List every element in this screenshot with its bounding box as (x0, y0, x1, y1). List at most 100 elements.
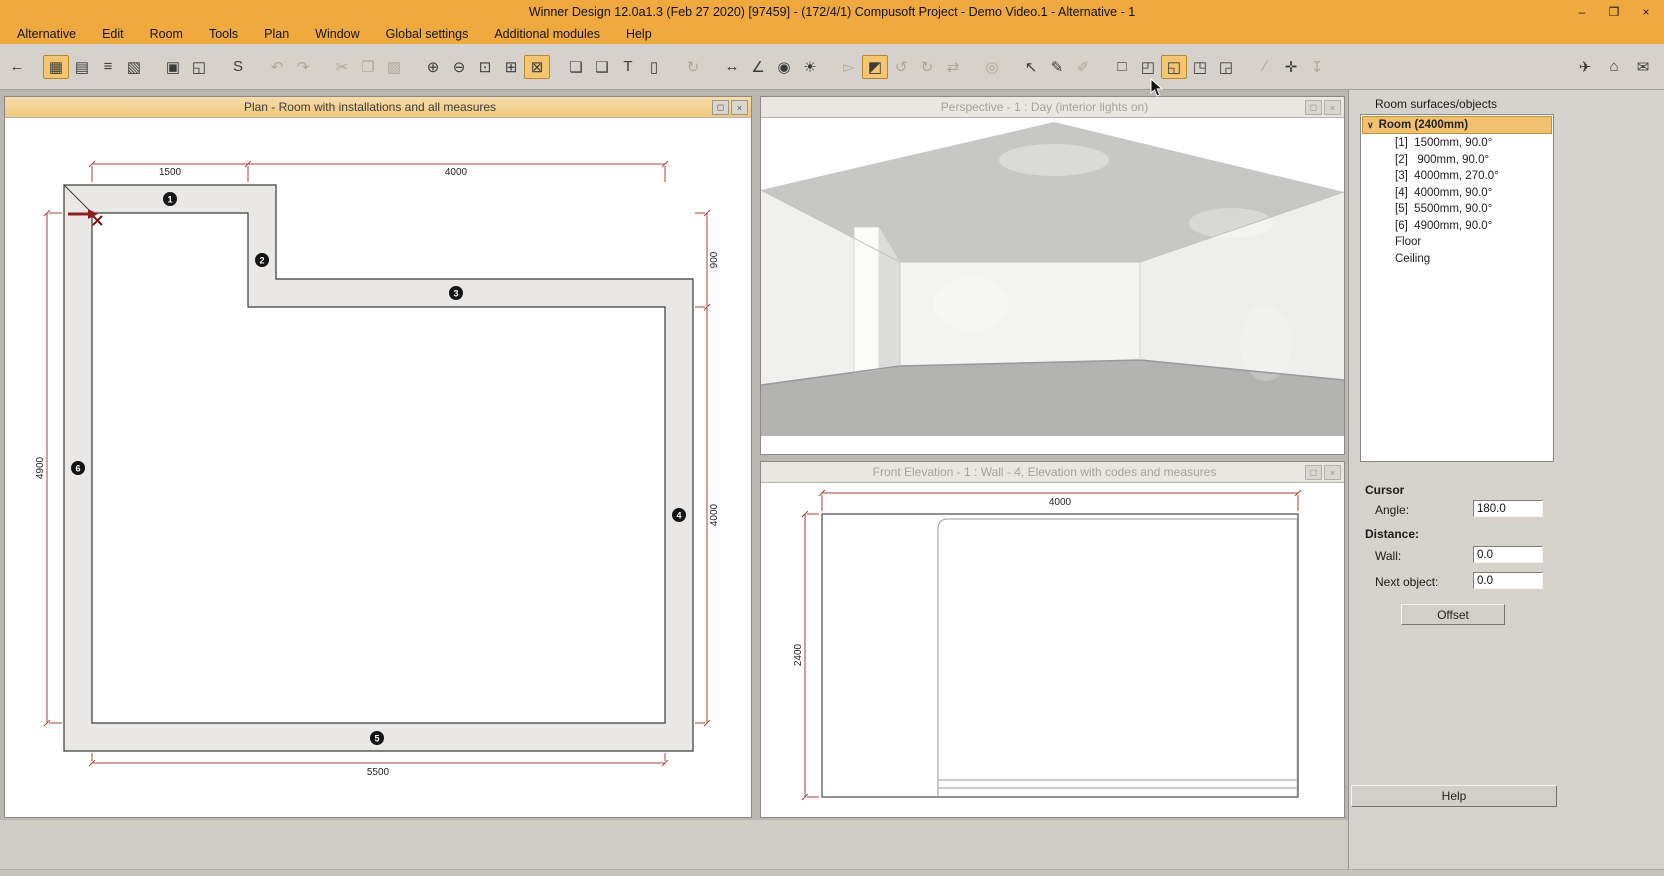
tree-item-wall-6[interactable]: [6] 4900mm, 90.0° (1361, 218, 1553, 235)
elevation-view-icon[interactable]: ▤ (69, 55, 95, 79)
back-icon[interactable]: ← (4, 55, 30, 79)
diagonal-line-icon[interactable]: ∕ (1252, 55, 1278, 79)
cabinet-3d-icon[interactable]: ◩ (862, 54, 888, 79)
perspective-window-titlebar[interactable]: Perspective - 1 : Day (interior lights o… (761, 97, 1344, 118)
menu-room[interactable]: Room (137, 24, 196, 44)
align-icon[interactable]: ⇄ (940, 55, 966, 79)
email-icon[interactable]: ✉ (1630, 55, 1656, 79)
catalog-icon[interactable]: ⌂ (1601, 55, 1627, 79)
undo-icon[interactable]: ↶ (264, 55, 290, 79)
room-measures-icon[interactable]: ◱ (1161, 54, 1187, 79)
paste-icon[interactable]: ▨ (381, 55, 407, 79)
floor-plan-canvas[interactable]: 1500 4000 5500 4900 900 4000 1 2 3 4 5 6 (5, 118, 751, 817)
menu-help[interactable]: Help (613, 24, 665, 44)
minimize-button[interactable]: – (1566, 0, 1598, 24)
zoom-out-icon[interactable]: ⊖ (446, 55, 472, 79)
tree-item-ceiling[interactable]: Ceiling (1361, 251, 1553, 268)
copy-icon[interactable]: ❐ (355, 55, 381, 79)
plan-window-title: Plan - Room with installations and all m… (243, 100, 497, 114)
menu-alternative[interactable]: Alternative (4, 24, 89, 44)
refresh-icon[interactable]: ↻ (680, 55, 706, 79)
light-icon[interactable]: ☀ (797, 55, 823, 79)
tree-item-wall-4[interactable]: [4] 4000mm, 90.0° (1361, 185, 1553, 202)
menu-plan[interactable]: Plan (251, 24, 302, 44)
redo-icon[interactable]: ↷ (290, 55, 316, 79)
wall-dim-icon[interactable]: ◳ (1187, 55, 1213, 79)
plan-window-titlebar[interactable]: Plan - Room with installations and all m… (5, 97, 751, 118)
select-object-icon[interactable]: ▻ (836, 55, 862, 79)
text-icon[interactable]: T (615, 55, 641, 79)
tree-item-wall-3[interactable]: [3] 4000mm, 270.0° (1361, 168, 1553, 185)
svg-text:1: 1 (167, 195, 172, 205)
note-icon[interactable]: ❏ (563, 55, 589, 79)
print-preview-icon[interactable]: ◱ (186, 55, 212, 79)
plan-maximize-button[interactable]: ◻ (712, 100, 729, 115)
database-icon[interactable]: ◎ (979, 55, 1005, 79)
zoom-all-icon[interactable]: ⊞ (498, 55, 524, 79)
elevation-maximize-button[interactable]: ◻ (1305, 465, 1322, 480)
rotate-right-icon[interactable]: ↻ (914, 55, 940, 79)
menu-tools[interactable]: Tools (196, 24, 251, 44)
tree-item-wall-2[interactable]: [2] 900mm, 90.0° (1361, 152, 1553, 169)
wall-distance-label: Wall: (1375, 549, 1402, 563)
angle-input[interactable] (1473, 500, 1543, 517)
camera-icon[interactable]: ◉ (771, 55, 797, 79)
protractor-icon[interactable]: ∠ (745, 55, 771, 79)
next-object-input[interactable] (1473, 572, 1543, 589)
wall-distance-input[interactable] (1473, 546, 1543, 563)
wall-note-icon[interactable]: ◲ (1213, 55, 1239, 79)
svg-text:4: 4 (676, 511, 681, 521)
maximize-button[interactable]: ❐ (1598, 0, 1630, 24)
measure-icon[interactable]: ↔ (719, 55, 745, 79)
zoom-window-icon[interactable]: ⊡ (472, 55, 498, 79)
perspective-canvas[interactable] (761, 118, 1344, 454)
import-icon[interactable]: ↧ (1304, 55, 1330, 79)
label-icon[interactable]: ▯ (641, 55, 667, 79)
tree-item-wall-5[interactable]: [5] 5500mm, 90.0° (1361, 201, 1553, 218)
price-calc-icon[interactable]: S (225, 55, 251, 79)
wall-marker-6[interactable]: 6 (71, 461, 85, 475)
menu-additional-modules[interactable]: Additional modules (481, 24, 613, 44)
plan-close-button[interactable]: × (731, 100, 748, 115)
wall-marker-1[interactable]: 1 (163, 192, 177, 206)
menu-global-settings[interactable]: Global settings (373, 24, 482, 44)
wall-marker-3[interactable]: 3 (449, 286, 463, 300)
perspective-view-icon[interactable]: ▧ (121, 55, 147, 79)
comment-icon[interactable]: ❑ (589, 55, 615, 79)
perspective-window-title: Perspective - 1 : Day (interior lights o… (940, 100, 1149, 114)
draw-wall-icon[interactable]: ✎ (1044, 55, 1070, 79)
main-toolbar: ← ▦ ▤ ≡ ▧ ▣ ◱ S ↶ ↷ ✂ ❐ ▨ ⊕ ⊖ ⊡ ⊞ ⊠ ❏ ❑ T ▯ ↻ ↔ ∠ ◉ ☀ ▻ ◩ ↺ ↻ ⇄ ◎ ↖ ✎ ✐ □ ◰ ◱ ◳… (0, 44, 1664, 90)
room-walls (63, 184, 694, 752)
wall-marker-2[interactable]: 2 (255, 253, 269, 267)
help-button[interactable]: Help (1351, 785, 1557, 807)
plan-view-icon[interactable]: ▦ (43, 54, 69, 79)
wall-marker-5[interactable]: 5 (370, 731, 384, 745)
menu-window[interactable]: Window (302, 24, 372, 44)
room-corner-icon[interactable]: ◰ (1135, 55, 1161, 79)
wall-tool-icon[interactable]: □ (1109, 55, 1135, 79)
tree-item-wall-1[interactable]: [1] 1500mm, 90.0° (1361, 135, 1553, 152)
send-plan-icon[interactable]: ✈ (1572, 55, 1598, 79)
snap-icon[interactable]: ✛ (1278, 55, 1304, 79)
draw-free-icon[interactable]: ✐ (1070, 55, 1096, 79)
offset-button[interactable]: Offset (1401, 604, 1505, 625)
elevation-window-titlebar[interactable]: Front Elevation - 1 : Wall - 4, Elevatio… (761, 462, 1344, 483)
zoom-room-icon[interactable]: ⊠ (524, 54, 550, 79)
tree-item-floor[interactable]: Floor (1361, 234, 1553, 251)
print-icon[interactable]: ▣ (160, 55, 186, 79)
elevation-close-button[interactable]: × (1324, 465, 1341, 480)
tree-items: [1] 1500mm, 90.0° [2] 900mm, 90.0° [3] 400… (1361, 135, 1553, 267)
menu-edit[interactable]: Edit (89, 24, 137, 44)
pointer-icon[interactable]: ↖ (1018, 55, 1044, 79)
elevation-canvas[interactable]: 4000 2400 (761, 483, 1344, 817)
item-list-icon[interactable]: ≡ (95, 55, 121, 79)
zoom-in-icon[interactable]: ⊕ (420, 55, 446, 79)
elevation-wall-outline (821, 513, 1299, 798)
perspective-maximize-button[interactable]: ◻ (1305, 100, 1322, 115)
close-button[interactable]: × (1630, 0, 1662, 24)
rotate-left-icon[interactable]: ↺ (888, 55, 914, 79)
wall-marker-4[interactable]: 4 (672, 508, 686, 522)
cut-icon[interactable]: ✂ (329, 55, 355, 79)
tree-root-room[interactable]: ∨ Room (2400mm) (1362, 116, 1552, 134)
perspective-close-button[interactable]: × (1324, 100, 1341, 115)
